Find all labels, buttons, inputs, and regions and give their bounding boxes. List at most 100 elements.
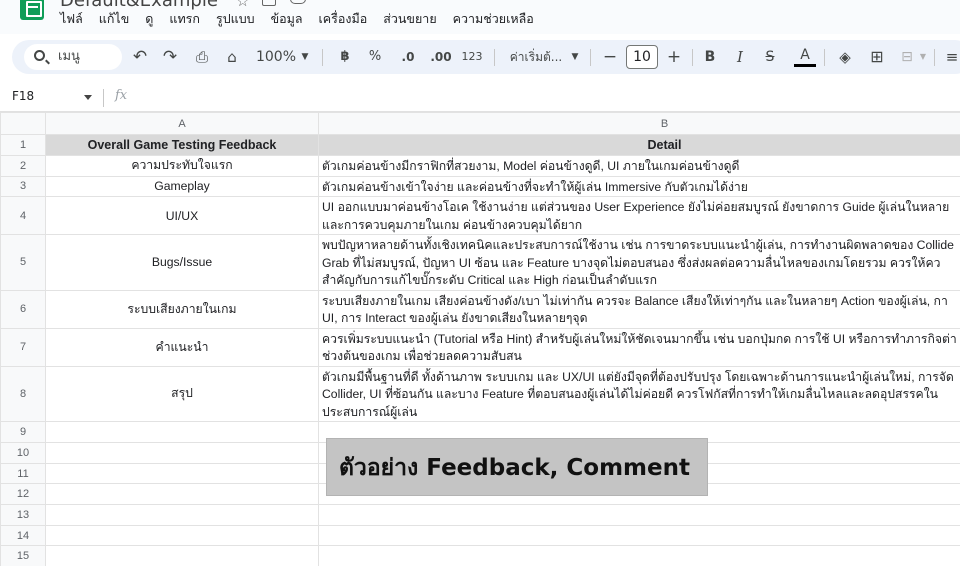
increase-decimal-button[interactable]: .00 bbox=[426, 40, 456, 74]
row-header[interactable]: 12 bbox=[0, 483, 46, 505]
menu-format[interactable]: รูปแบบ bbox=[208, 9, 263, 29]
spreadsheet-grid: A B 1 Overall Game Testing Feedback Deta… bbox=[0, 112, 960, 566]
toolbar-divider bbox=[934, 49, 935, 66]
detail-cell[interactable]: ควรเพิ่มระบบแนะนำ (Tutorial หรือ Hint) ส… bbox=[318, 327, 960, 367]
empty-cell[interactable] bbox=[45, 504, 319, 526]
empty-cell[interactable] bbox=[45, 463, 319, 484]
menu-view[interactable]: ดู bbox=[137, 9, 161, 29]
bold-button[interactable]: B bbox=[700, 40, 720, 74]
detail-line: ตัวเกมมีพื้นฐานที่ดี ทั้งด้านภาพ ระบบเกม… bbox=[322, 369, 954, 384]
category-cell[interactable]: ระบบเสียงภายในเกม bbox=[45, 289, 319, 329]
increase-font-size-button[interactable]: + bbox=[664, 40, 684, 74]
font-chevron-down-icon[interactable]: ▼ bbox=[570, 40, 580, 74]
strikethrough-button[interactable]: S bbox=[760, 40, 780, 74]
font-size-input[interactable]: 10 bbox=[626, 45, 658, 69]
empty-cell[interactable] bbox=[45, 545, 319, 566]
row-header[interactable]: 13 bbox=[0, 504, 46, 526]
row-header[interactable]: 15 bbox=[0, 545, 46, 566]
borders-icon[interactable]: ⊞ bbox=[866, 40, 888, 74]
category-cell[interactable]: Bugs/Issue bbox=[45, 234, 319, 291]
sheets-logo-icon[interactable] bbox=[20, 0, 44, 20]
formula-divider bbox=[103, 89, 104, 107]
row-header[interactable]: 5 bbox=[0, 234, 46, 291]
print-icon[interactable]: ⎙ bbox=[190, 40, 214, 74]
category-cell[interactable]: Gameplay bbox=[45, 175, 319, 197]
header-cell-a[interactable]: Overall Game Testing Feedback bbox=[45, 134, 319, 156]
zoom-chevron-down-icon[interactable]: ▼ bbox=[300, 40, 310, 74]
cloud-status-icon[interactable] bbox=[290, 0, 306, 4]
search-menus-label: เมนู bbox=[58, 49, 80, 64]
empty-cell[interactable] bbox=[45, 442, 319, 464]
row-header[interactable]: 6 bbox=[0, 289, 46, 329]
align-icon[interactable]: ≡ bbox=[942, 40, 960, 74]
paint-format-icon[interactable]: ⌂ bbox=[220, 40, 244, 74]
italic-button[interactable]: I bbox=[730, 40, 750, 74]
fill-color-icon[interactable]: ◈ bbox=[834, 40, 856, 74]
empty-cell[interactable] bbox=[45, 525, 319, 546]
detail-line: ประสบการณ์ผู้เล่น bbox=[322, 404, 418, 419]
row-header[interactable]: 10 bbox=[0, 442, 46, 464]
undo-icon[interactable]: ↶ bbox=[128, 40, 152, 74]
row-header[interactable]: 7 bbox=[0, 327, 46, 367]
zoom-select[interactable]: 100% bbox=[252, 40, 300, 74]
toolbar-divider bbox=[590, 49, 591, 66]
menu-data[interactable]: ข้อมูล bbox=[263, 9, 311, 29]
number-format-button[interactable]: 123 bbox=[458, 40, 486, 74]
empty-cell[interactable] bbox=[318, 525, 960, 546]
category-cell[interactable]: คำแนะนำ bbox=[45, 327, 319, 367]
text-color-button[interactable]: A bbox=[794, 40, 816, 74]
menu-bar: ไฟล์ แก้ไข ดู แทรก รูปแบบ ข้อมูล เครื่อง… bbox=[52, 9, 542, 29]
menu-help[interactable]: ความช่วยเหลือ bbox=[445, 9, 542, 29]
detail-line: ตัวเกมค่อนข้างเข้าใจง่าย และค่อนข้างที่จ… bbox=[322, 179, 748, 194]
detail-line: UI, การ Interact ของผู้เล่น ยังขาดเสียงใ… bbox=[322, 311, 588, 325]
header-cell-b[interactable]: Detail bbox=[318, 134, 960, 156]
detail-cell[interactable]: ตัวเกมค่อนข้างเข้าใจง่าย และค่อนข้างที่จ… bbox=[318, 175, 960, 197]
detail-cell[interactable]: ระบบเสียงภายในเกม เสียงค่อนข้างดัง/เบา ไ… bbox=[318, 289, 960, 329]
empty-cell[interactable] bbox=[45, 421, 319, 443]
menu-tools[interactable]: เครื่องมือ bbox=[311, 9, 376, 29]
name-box[interactable]: F18 bbox=[12, 89, 34, 103]
detail-cell[interactable]: พบปัญหาหลายด้านทั้งเชิงเทคนิคและประสบการ… bbox=[318, 234, 960, 291]
menu-extensions[interactable]: ส่วนขยาย bbox=[375, 9, 444, 29]
table-row: 5 Bugs/Issue พบปัญหาหลายด้านทั้งเชิงเทคน… bbox=[0, 234, 960, 291]
category-cell[interactable]: ความประทับใจแรก bbox=[45, 155, 319, 177]
row-header[interactable]: 3 bbox=[0, 175, 46, 197]
category-cell[interactable]: สรุป bbox=[45, 365, 319, 422]
row-header[interactable]: 4 bbox=[0, 196, 46, 235]
row-header[interactable]: 8 bbox=[0, 365, 46, 422]
decrease-decimal-button[interactable]: .0 bbox=[394, 40, 422, 74]
row-header[interactable]: 9 bbox=[0, 421, 46, 443]
percent-format-button[interactable]: % bbox=[364, 40, 386, 74]
row-header[interactable]: 14 bbox=[0, 525, 46, 546]
row-header[interactable]: 2 bbox=[0, 155, 46, 177]
empty-cell[interactable] bbox=[318, 504, 960, 526]
menu-edit[interactable]: แก้ไข bbox=[91, 9, 137, 29]
column-header-b[interactable]: B bbox=[318, 112, 960, 135]
row-header[interactable]: 1 bbox=[0, 134, 46, 156]
move-to-folder-icon[interactable] bbox=[262, 0, 276, 6]
empty-cell[interactable] bbox=[45, 483, 319, 505]
menu-insert[interactable]: แทรก bbox=[161, 9, 208, 29]
select-all-corner[interactable] bbox=[0, 112, 46, 135]
font-family-select[interactable]: ค่าเริ่มต้... bbox=[504, 40, 568, 74]
row-header[interactable]: 11 bbox=[0, 463, 46, 484]
text-color-swatch bbox=[794, 64, 816, 67]
menu-file[interactable]: ไฟล์ bbox=[52, 9, 91, 29]
name-box-chevron-down-icon[interactable] bbox=[84, 95, 92, 100]
currency-format-button[interactable]: ฿ bbox=[334, 40, 356, 74]
empty-cell[interactable] bbox=[318, 545, 960, 566]
column-header-a[interactable]: A bbox=[45, 112, 319, 135]
detail-cell[interactable]: ตัวเกมมีพื้นฐานที่ดี ทั้งด้านภาพ ระบบเกม… bbox=[318, 365, 960, 422]
detail-cell[interactable]: UI ออกแบบมาค่อนข้างโอเค ใช้งานง่าย แต่ส่… bbox=[318, 196, 960, 235]
detail-line: ช่วงต้นของเกม เพื่อช่วยลดความสับสน bbox=[322, 349, 522, 363]
caption-text: ตัวอย่าง Feedback, Comment bbox=[339, 455, 690, 481]
redo-icon[interactable]: ↷ bbox=[158, 40, 182, 74]
merge-chevron-down-icon[interactable]: ▼ bbox=[918, 40, 928, 74]
category-cell[interactable]: UI/UX bbox=[45, 196, 319, 235]
merge-cells-icon[interactable]: ⊟ bbox=[896, 40, 918, 74]
search-menus-box[interactable]: เมนู bbox=[24, 44, 122, 70]
detail-cell[interactable]: ตัวเกมค่อนข้างมีกราฟิกที่สวยงาม, Model ค… bbox=[318, 155, 960, 177]
detail-line: และการควบคุมภายในเกม ค่อนข้างควบคุมได้ยา… bbox=[322, 217, 583, 232]
decrease-font-size-button[interactable]: − bbox=[600, 40, 620, 74]
toolbar-divider bbox=[322, 49, 323, 66]
